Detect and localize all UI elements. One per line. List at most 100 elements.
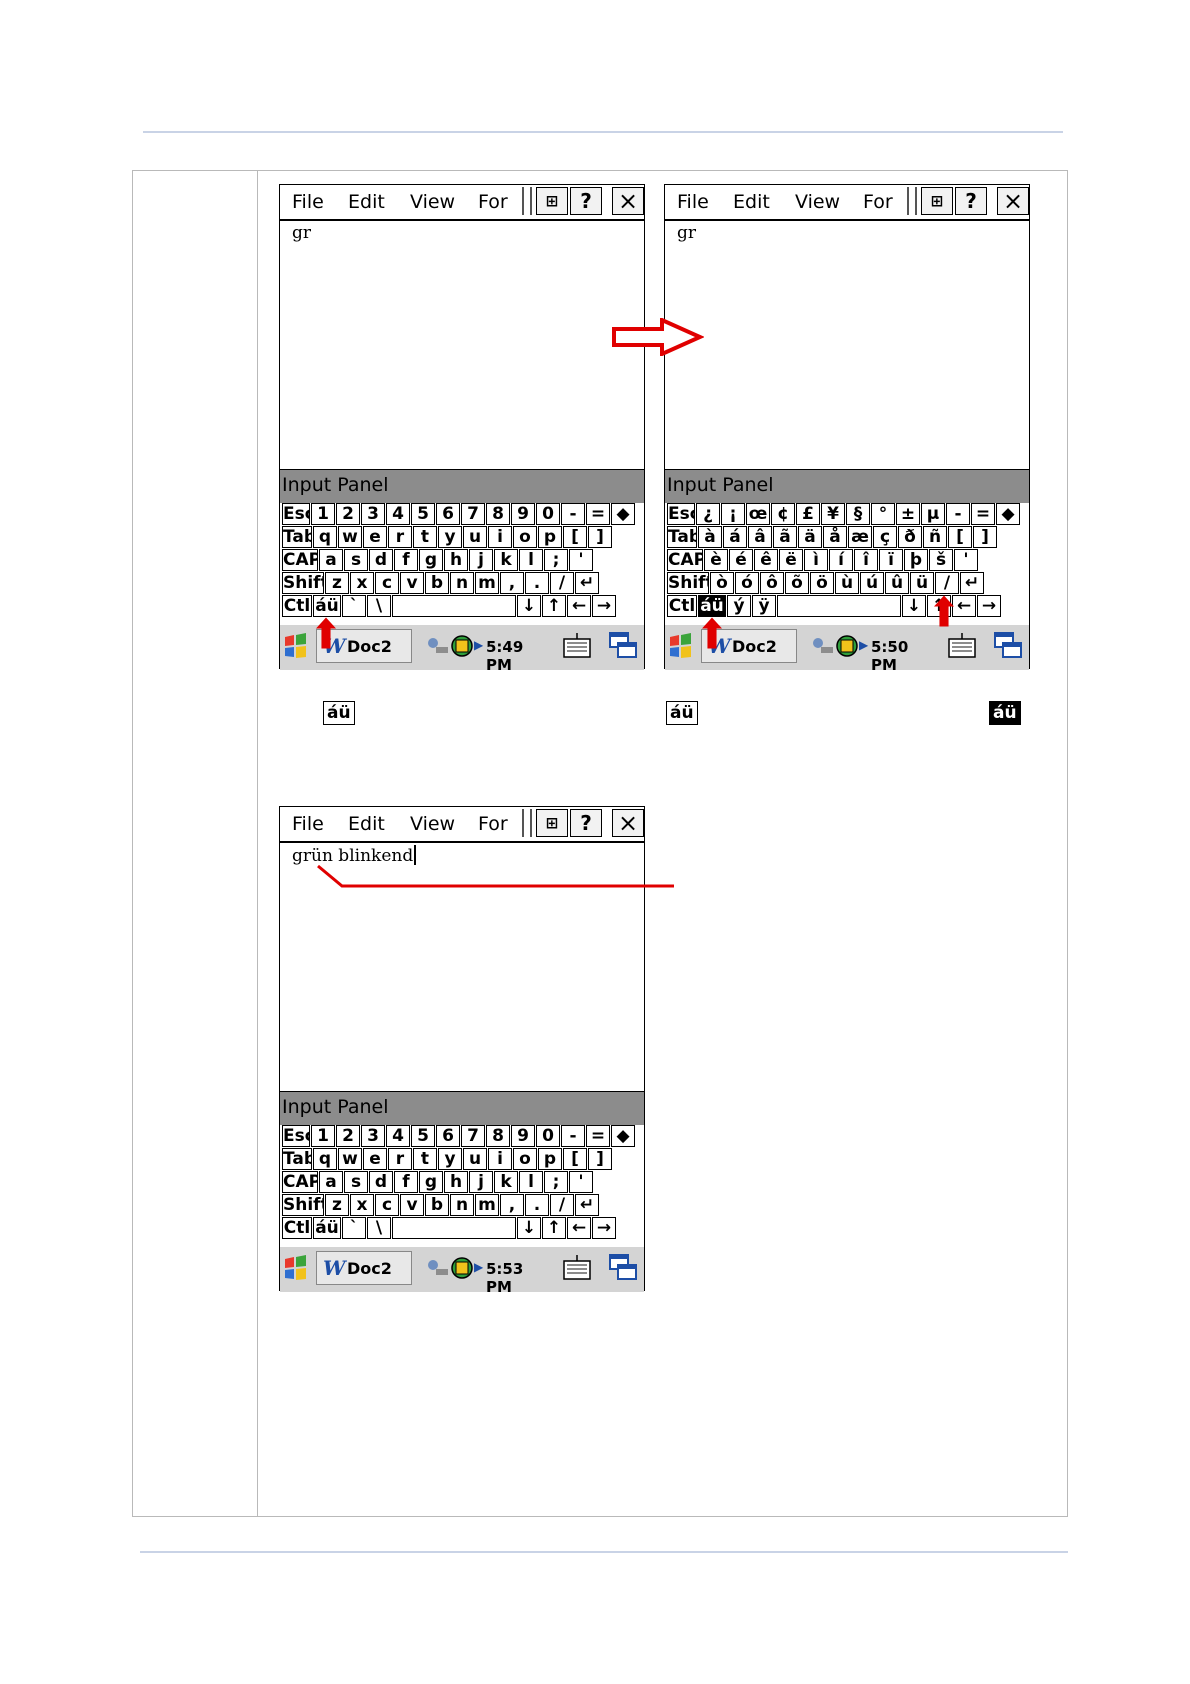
- toolbar-toggle-icon[interactable]: ⊞: [921, 187, 953, 215]
- key[interactable]: 9: [511, 503, 535, 525]
- key[interactable]: ü: [910, 572, 934, 594]
- key[interactable]: [: [563, 1148, 587, 1170]
- key[interactable]: ñ: [923, 526, 947, 548]
- key[interactable]: CAP: [282, 549, 318, 571]
- key[interactable]: b: [425, 572, 449, 594]
- key[interactable]: Ctl: [282, 595, 312, 617]
- key[interactable]: ï: [879, 549, 903, 571]
- key[interactable]: z: [325, 572, 349, 594]
- menu-file[interactable]: File: [292, 191, 324, 213]
- key[interactable]: z: [325, 1194, 349, 1216]
- key[interactable]: -: [561, 503, 585, 525]
- key[interactable]: x: [350, 572, 374, 594]
- space-key[interactable]: [392, 595, 516, 617]
- close-button[interactable]: ×: [997, 187, 1029, 215]
- key[interactable]: Shift: [282, 1194, 324, 1216]
- key[interactable]: 3: [361, 1125, 385, 1147]
- key[interactable]: →: [592, 595, 616, 617]
- key[interactable]: ]: [973, 526, 997, 548]
- key[interactable]: 1: [311, 503, 335, 525]
- tray-expand-icon[interactable]: ▶: [474, 638, 483, 652]
- key[interactable]: ¡: [721, 503, 745, 525]
- toolbar-grip[interactable]: [907, 187, 917, 215]
- help-button[interactable]: ?: [570, 809, 602, 837]
- key[interactable]: y: [438, 1148, 462, 1170]
- key[interactable]: u: [463, 1148, 487, 1170]
- toolbar-toggle-icon[interactable]: ⊞: [536, 809, 568, 837]
- key[interactable]: 3: [361, 503, 385, 525]
- key[interactable]: ÿ: [752, 595, 776, 617]
- key[interactable]: l: [519, 1171, 543, 1193]
- key[interactable]: g: [419, 1171, 443, 1193]
- key[interactable]: 0: [536, 503, 560, 525]
- key[interactable]: =: [971, 503, 995, 525]
- key[interactable]: õ: [785, 572, 809, 594]
- key[interactable]: 1: [311, 1125, 335, 1147]
- key[interactable]: s: [344, 1171, 368, 1193]
- key[interactable]: ↵: [960, 572, 984, 594]
- key[interactable]: \: [367, 595, 391, 617]
- key[interactable]: [: [563, 526, 587, 548]
- windows-start-icon[interactable]: [282, 631, 310, 661]
- key[interactable]: 7: [461, 503, 485, 525]
- sync-icon[interactable]: [450, 1256, 474, 1280]
- key[interactable]: .: [525, 1194, 549, 1216]
- key[interactable]: 5: [411, 503, 435, 525]
- key[interactable]: q: [313, 1148, 337, 1170]
- windows-switch-icon[interactable]: [608, 1253, 638, 1283]
- key[interactable]: d: [369, 549, 393, 571]
- help-button[interactable]: ?: [955, 187, 987, 215]
- key[interactable]: ↵: [575, 1194, 599, 1216]
- key[interactable]: w: [338, 526, 362, 548]
- key[interactable]: CAP: [667, 549, 703, 571]
- taskbar-doc-button[interactable]: W Doc2: [316, 1251, 412, 1285]
- key[interactable]: û: [885, 572, 909, 594]
- windows-switch-icon[interactable]: [608, 631, 638, 661]
- key[interactable]: áü: [313, 1217, 341, 1239]
- key[interactable]: ;: [544, 549, 568, 571]
- key[interactable]: f: [394, 1171, 418, 1193]
- key[interactable]: x: [350, 1194, 374, 1216]
- key[interactable]: ': [569, 1171, 593, 1193]
- key[interactable]: r: [388, 1148, 412, 1170]
- key[interactable]: ': [954, 549, 978, 571]
- key[interactable]: s: [344, 549, 368, 571]
- key[interactable]: ¿: [696, 503, 720, 525]
- key[interactable]: ←: [952, 595, 976, 617]
- menu-edit[interactable]: Edit: [348, 813, 385, 835]
- key[interactable]: è: [704, 549, 728, 571]
- key[interactable]: ¢: [771, 503, 795, 525]
- menu-view[interactable]: View: [410, 813, 455, 835]
- document-text[interactable]: gr: [677, 223, 696, 243]
- key[interactable]: y: [438, 526, 462, 548]
- sync-icon[interactable]: [835, 634, 859, 658]
- key[interactable]: ¥: [821, 503, 845, 525]
- key[interactable]: µ: [921, 503, 945, 525]
- key[interactable]: ↓: [517, 1217, 541, 1239]
- key[interactable]: ä: [798, 526, 822, 548]
- key[interactable]: j: [469, 1171, 493, 1193]
- key[interactable]: ↑: [542, 1217, 566, 1239]
- key[interactable]: ù: [835, 572, 859, 594]
- key[interactable]: q: [313, 526, 337, 548]
- toolbar-grip[interactable]: [522, 187, 532, 215]
- key[interactable]: ç: [873, 526, 897, 548]
- key[interactable]: ë: [779, 549, 803, 571]
- menu-format[interactable]: For: [478, 813, 508, 835]
- key[interactable]: w: [338, 1148, 362, 1170]
- key[interactable]: a: [319, 1171, 343, 1193]
- key[interactable]: h: [444, 549, 468, 571]
- key[interactable]: →: [977, 595, 1001, 617]
- key[interactable]: 4: [386, 503, 410, 525]
- key[interactable]: CAP: [282, 1171, 318, 1193]
- key[interactable]: v: [400, 572, 424, 594]
- windows-switch-icon[interactable]: [993, 631, 1023, 661]
- key[interactable]: ]: [588, 1148, 612, 1170]
- menu-view[interactable]: View: [795, 191, 840, 213]
- key[interactable]: 2: [336, 1125, 360, 1147]
- key[interactable]: °: [871, 503, 895, 525]
- key[interactable]: i: [488, 1148, 512, 1170]
- key[interactable]: ←: [567, 595, 591, 617]
- key[interactable]: n: [450, 572, 474, 594]
- key[interactable]: d: [369, 1171, 393, 1193]
